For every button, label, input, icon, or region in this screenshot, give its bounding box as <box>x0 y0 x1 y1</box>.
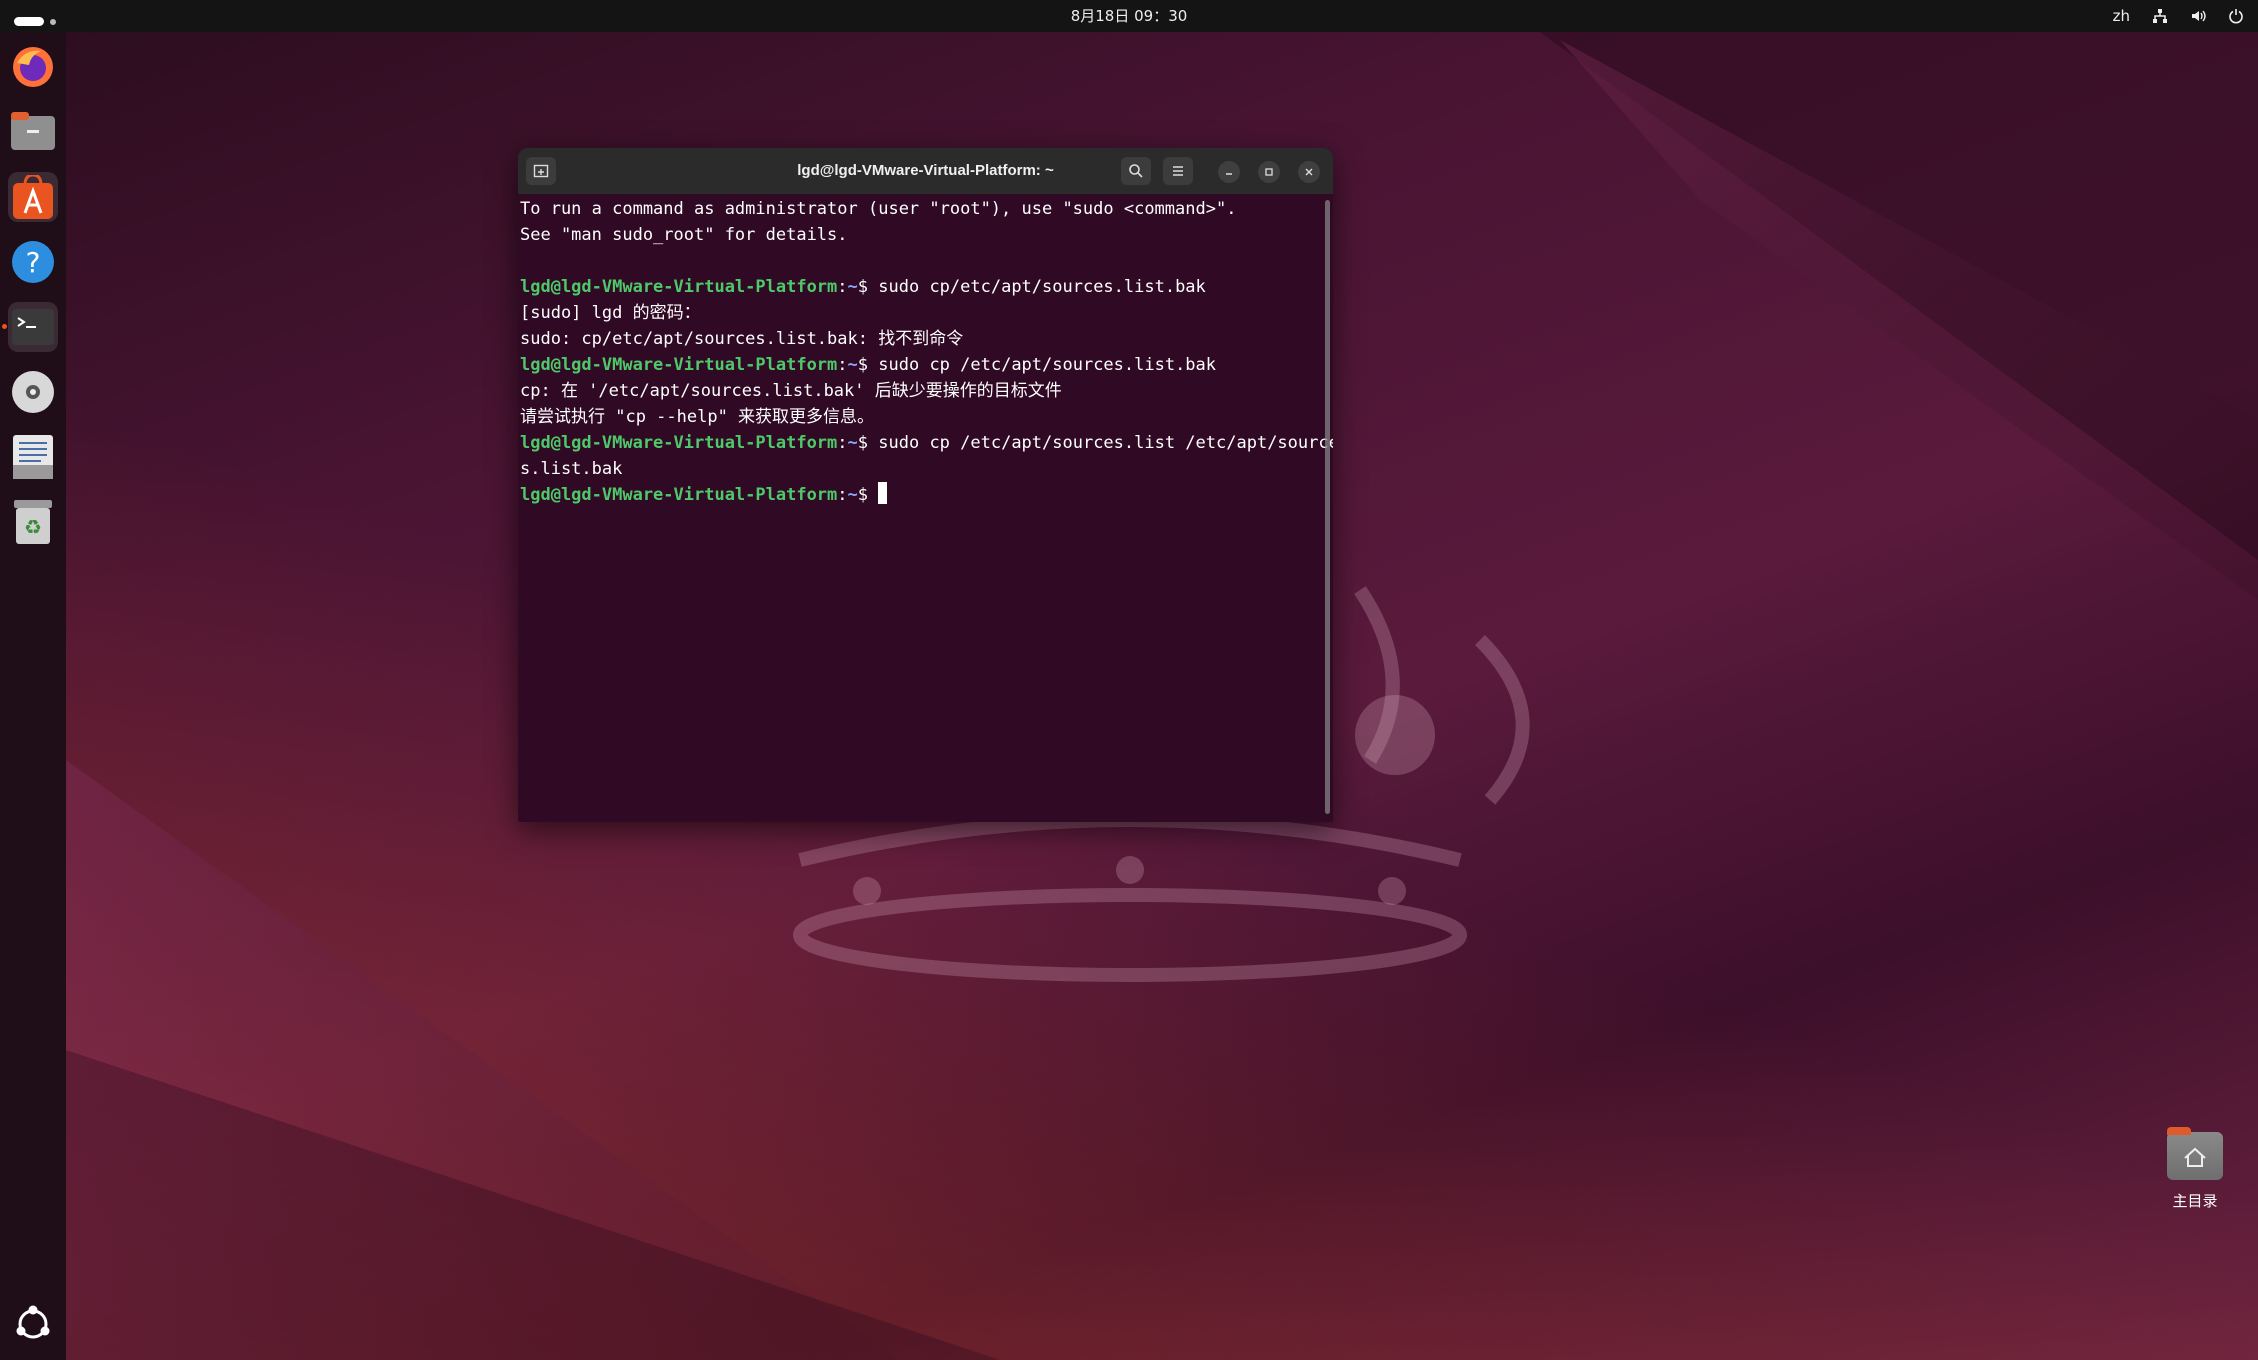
running-indicator <box>2 324 7 329</box>
prompt-user-host: lgd@lgd-VMware-Virtual-Platform <box>520 485 838 505</box>
terminal-output[interactable]: To run a command as administrator (user … <box>520 196 1333 822</box>
search-icon <box>1129 164 1143 178</box>
svg-text:♻: ♻ <box>24 515 42 539</box>
maximize-button[interactable] <box>1258 161 1280 183</box>
prompt-path: ~ <box>847 355 858 375</box>
dock-item-files[interactable] <box>8 107 58 157</box>
terminal-icon <box>12 309 54 345</box>
terminal-scrollbar[interactable] <box>1325 200 1330 814</box>
terminal-command-line: lgd@lgd-VMware-Virtual-Platform:~$ <box>520 482 1319 508</box>
top-bar: 8月18日 09：30 zh <box>0 0 2258 32</box>
system-tray[interactable]: zh <box>2113 0 2244 32</box>
text-editor-icon <box>13 435 53 479</box>
input-method-indicator[interactable]: zh <box>2113 0 2130 32</box>
clock[interactable]: 8月18日 09：30 <box>0 0 2258 32</box>
terminal-line: To run a command as administrator (user … <box>520 199 1237 219</box>
close-icon <box>1305 168 1313 176</box>
prompt-user-host: lgd@lgd-VMware-Virtual-Platform <box>520 355 838 375</box>
dock-item-trash[interactable]: ♻ <box>8 497 58 547</box>
command-text: sudo cp /etc/apt/sources.list /etc/apt/s… <box>878 433 1333 453</box>
terminal-line: cp: 在 '/etc/apt/sources.list.bak' 后缺少要操作… <box>520 381 1062 401</box>
terminal-line: See "man sudo_root" for details. <box>520 225 848 245</box>
terminal-line: sudo: cp/etc/apt/sources.list.bak: 找不到命令 <box>520 329 964 349</box>
terminal-window[interactable]: lgd@lgd-VMware-Virtual-Platform: ~ To ru… <box>518 148 1333 822</box>
firefox-icon <box>13 47 53 87</box>
trash-icon: ♻ <box>14 500 52 544</box>
command-text: sudo cp /etc/apt/sources.list.bak <box>878 355 1217 375</box>
terminal-titlebar[interactable]: lgd@lgd-VMware-Virtual-Platform: ~ <box>518 148 1333 194</box>
prompt-path: ~ <box>847 485 858 505</box>
prompt-user-host: lgd@lgd-VMware-Virtual-Platform <box>520 433 838 453</box>
svg-text:?: ? <box>26 246 41 279</box>
disc-icon <box>12 371 54 413</box>
dock-item-disc[interactable] <box>8 367 58 417</box>
terminal-command-line: lgd@lgd-VMware-Virtual-Platform:~$ sudo … <box>520 277 1206 297</box>
app-center-icon <box>13 175 53 219</box>
dock-item-terminal[interactable] <box>8 302 58 352</box>
search-button[interactable] <box>1121 157 1151 185</box>
terminal-line: s.list.bak <box>520 459 623 479</box>
close-button[interactable] <box>1298 161 1320 183</box>
dock-item-help[interactable]: ? <box>8 237 58 287</box>
text-cursor <box>878 482 888 504</box>
prompt-path: ~ <box>847 433 858 453</box>
desktop-home-folder[interactable]: 主目录 <box>2150 1127 2240 1211</box>
dock-item-text-editor[interactable] <box>8 432 58 482</box>
volume-icon[interactable] <box>2190 8 2206 24</box>
dock-item-app-center[interactable] <box>8 172 58 222</box>
command-text: sudo cp/etc/apt/sources.list.bak <box>878 277 1206 297</box>
terminal-command-line: lgd@lgd-VMware-Virtual-Platform:~$ sudo … <box>520 430 1333 456</box>
files-icon <box>11 112 55 150</box>
help-icon: ? <box>12 241 54 283</box>
terminal-command-line: lgd@lgd-VMware-Virtual-Platform:~$ sudo … <box>520 355 1217 375</box>
terminal-line: 请尝试执行 "cp --help" 来获取更多信息。 <box>520 407 875 427</box>
prompt-path: ~ <box>847 277 858 297</box>
minimize-button[interactable] <box>1218 161 1240 183</box>
dock: ? ♻ <box>0 32 66 1360</box>
home-folder-icon <box>2167 1127 2223 1180</box>
terminal-line: [sudo] lgd 的密码： <box>520 303 701 323</box>
hamburger-menu-icon <box>1173 166 1183 176</box>
ubuntu-apps-icon <box>16 1305 50 1339</box>
home-folder-label: 主目录 <box>2172 1192 2218 1210</box>
power-icon[interactable] <box>2228 8 2244 24</box>
prompt-user-host: lgd@lgd-VMware-Virtual-Platform <box>520 277 838 297</box>
dock-item-show-apps[interactable] <box>8 1299 58 1349</box>
minimize-icon <box>1226 173 1232 175</box>
maximize-icon <box>1265 168 1273 176</box>
network-icon[interactable] <box>2152 8 2168 24</box>
menu-button[interactable] <box>1163 157 1193 185</box>
window-title: lgd@lgd-VMware-Virtual-Platform: ~ <box>797 162 1054 179</box>
dock-item-firefox[interactable] <box>8 42 58 92</box>
